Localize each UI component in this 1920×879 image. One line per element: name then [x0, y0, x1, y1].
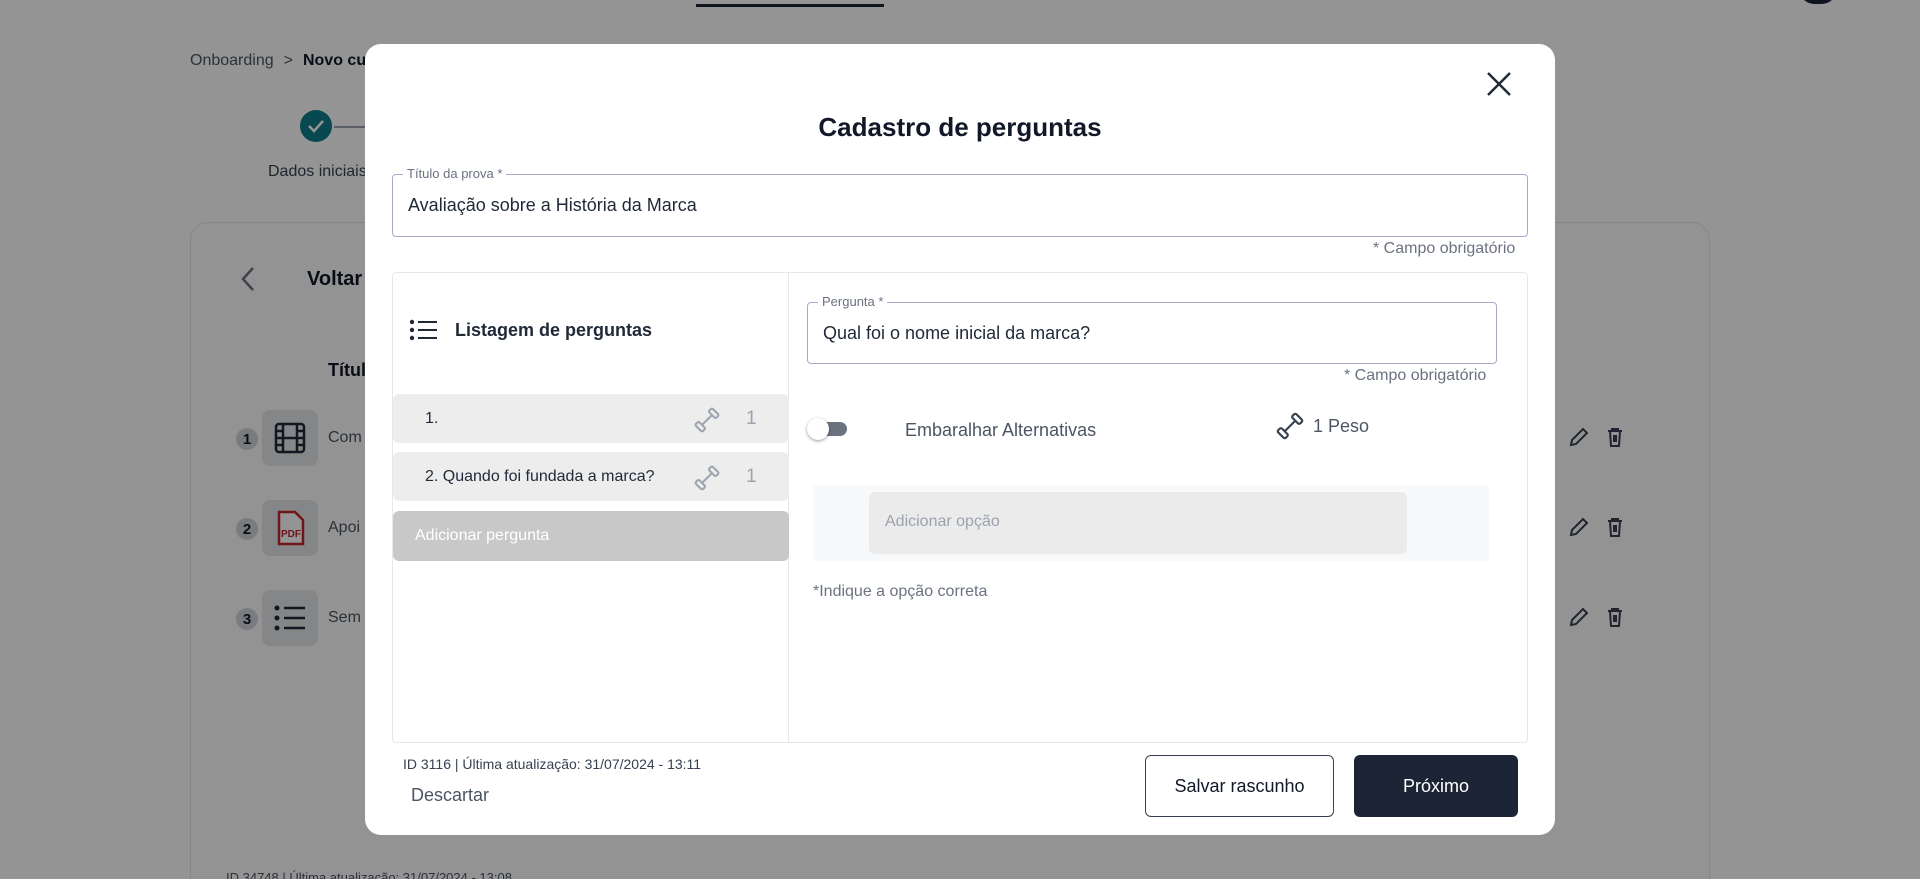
- modal-meta-info: ID 3116 | Última atualização: 31/07/2024…: [403, 756, 702, 772]
- dumbbell-icon: [694, 465, 720, 491]
- options-area: Adicionar opção: [813, 486, 1489, 561]
- question-field: Pergunta *: [807, 294, 1497, 364]
- modal-title: Cadastro de perguntas: [818, 112, 1102, 142]
- question-list-item[interactable]: 1. 1: [393, 394, 789, 443]
- question-detail-panel: Pergunta * * Campo obrigatório Embaralha…: [789, 273, 1529, 742]
- correct-option-hint: *Indique a opção correta: [813, 583, 988, 600]
- shuffle-toggle[interactable]: [807, 418, 847, 440]
- save-draft-button[interactable]: Salvar rascunho: [1145, 755, 1334, 817]
- list-icon: [409, 319, 437, 341]
- add-option-input[interactable]: Adicionar opção: [869, 492, 1407, 554]
- weight-label: 1 Peso: [1313, 415, 1370, 436]
- shuffle-label: Embaralhar Alternativas: [905, 420, 1097, 440]
- toggle-knob: [807, 418, 829, 440]
- question-editor: Listagem de perguntas 1. 1 2. Quando foi…: [392, 272, 1528, 743]
- question-list-item[interactable]: 2. Quando foi fundada a marca? 1: [393, 452, 789, 501]
- exam-title-input[interactable]: [393, 175, 1527, 236]
- next-button[interactable]: Próximo: [1354, 755, 1518, 817]
- discard-link[interactable]: Descartar: [411, 785, 489, 806]
- required-note: * Campo obrigatório: [1373, 240, 1516, 257]
- question-item-weight: 1: [746, 408, 757, 429]
- question-modal: Cadastro de perguntas Título da prova * …: [365, 44, 1555, 835]
- exam-title-field: Título da prova *: [392, 166, 1528, 237]
- dumbbell-icon: [1276, 412, 1304, 440]
- required-note: * Campo obrigatório: [1344, 367, 1487, 384]
- question-item-label: 1.: [425, 410, 439, 427]
- question-list-panel: Listagem de perguntas 1. 1 2. Quando foi…: [393, 273, 789, 742]
- question-input[interactable]: [808, 303, 1496, 363]
- question-item-weight: 1: [746, 466, 757, 487]
- add-question-button[interactable]: Adicionar pergunta: [393, 511, 789, 561]
- dumbbell-icon: [694, 407, 720, 433]
- question-item-label: 2. Quando foi fundada a marca?: [425, 468, 655, 485]
- question-list-title: Listagem de perguntas: [455, 319, 653, 340]
- question-list-header: Listagem de perguntas: [409, 319, 652, 341]
- close-icon[interactable]: [1483, 68, 1515, 100]
- weight-selector[interactable]: 1 Peso: [1275, 411, 1369, 441]
